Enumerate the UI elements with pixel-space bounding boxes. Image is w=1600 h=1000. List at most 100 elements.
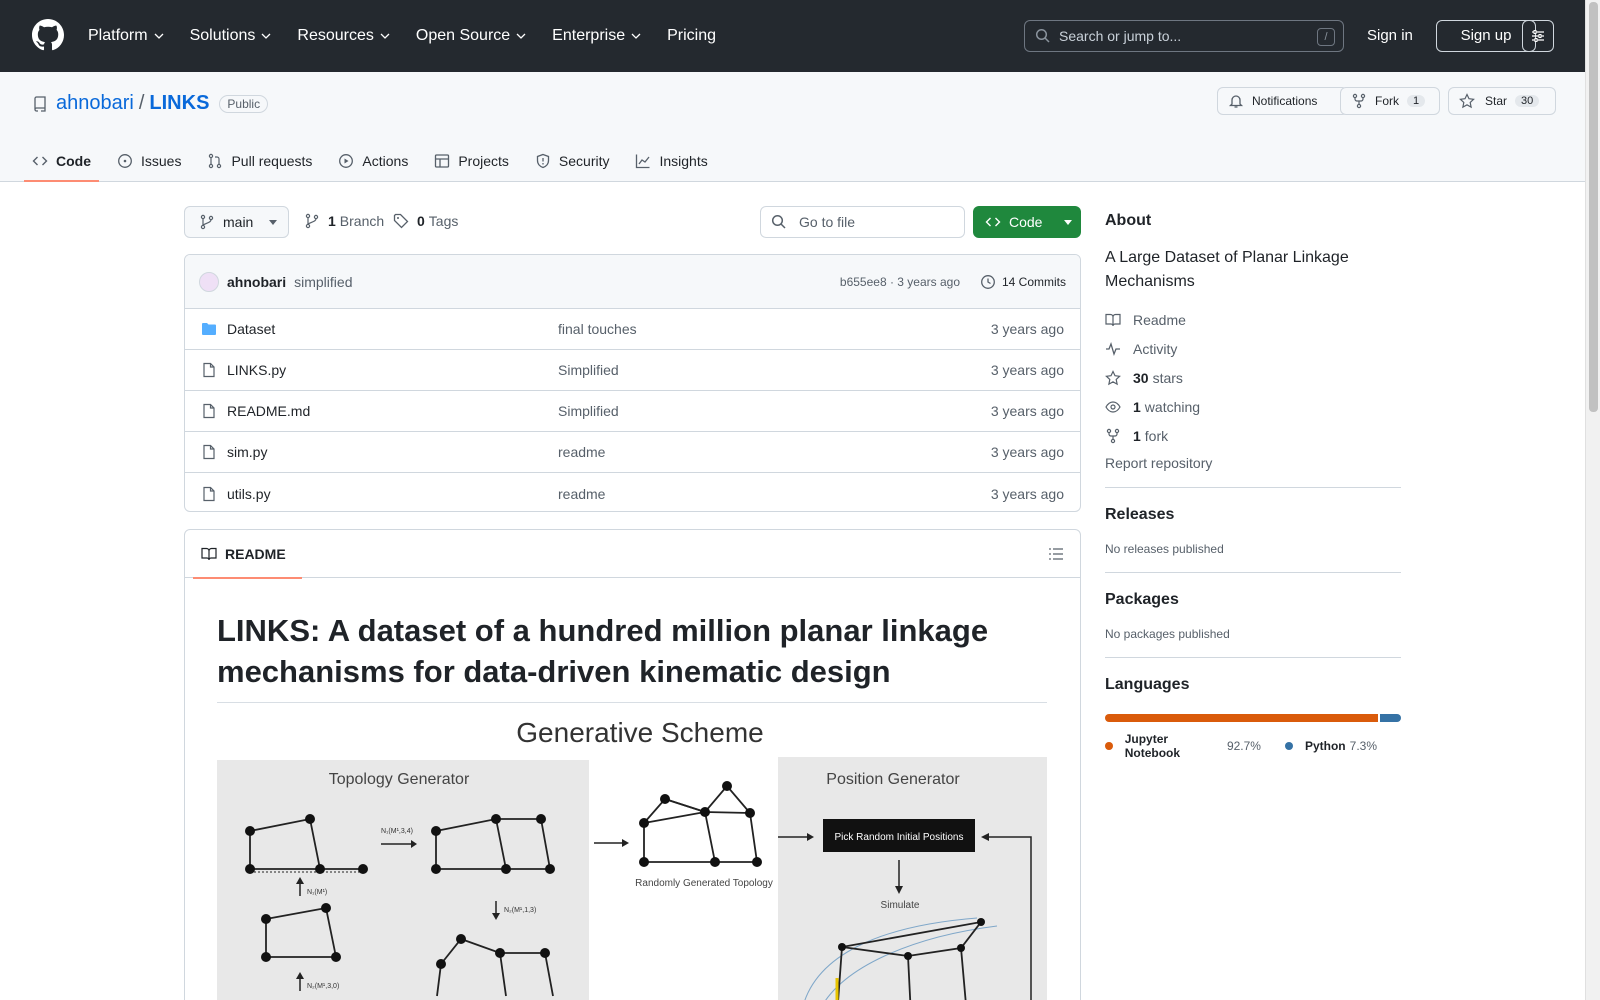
file-row[interactable]: LINKS.py Simplified 3 years ago [185,350,1080,391]
notifications-button[interactable]: Notifications [1217,87,1348,115]
nav-platform[interactable]: Platform [88,27,164,45]
language-name: Python [1304,739,1346,753]
readme-tab[interactable]: README [193,530,302,579]
nav-label: Platform [88,27,148,44]
commit-message-link[interactable]: simplified [294,274,352,290]
chevron-down-icon [516,33,526,39]
file-age: 3 years ago [990,403,1064,419]
graph-icon [636,154,650,169]
branch-selector[interactable]: main [184,206,289,238]
file-name[interactable]: utils.py [227,486,558,502]
activity-link[interactable]: Activity [1105,339,1401,358]
file-name[interactable]: Dataset [227,321,558,337]
repo-separator: / [138,92,145,114]
github-logo-icon[interactable] [32,19,64,51]
readme-link[interactable]: Readme [1105,310,1401,329]
report-repository-link[interactable]: Report repository [1105,455,1401,471]
file-name[interactable]: README.md [227,403,558,419]
global-menu-button[interactable] [1522,20,1554,52]
notifications-label: Notifications [1252,94,1318,108]
page-scrollbar[interactable] [1585,0,1600,1000]
packages-section: Packages No packages published [1105,572,1401,641]
repo-tabs: Code Issues Pull requests Actions Projec… [24,144,734,182]
file-name[interactable]: LINKS.py [227,362,558,378]
branch-label: Branch [339,213,385,229]
file-commit-message[interactable]: final touches [558,321,637,337]
go-to-file-input[interactable]: Go to file [760,206,965,238]
commits-history-link[interactable]: 14 Commits [980,274,1066,290]
code-icon [32,156,48,166]
file-icon [203,444,215,460]
file-commit-message[interactable]: Simplified [558,362,619,378]
tab-label: Insights [659,153,708,169]
commit-author-link[interactable]: ahnobari [227,274,286,290]
language-list: Jupyter Notebook 92.7% Python 7.3% [1105,732,1401,760]
tab-insights[interactable]: Insights [635,144,708,178]
tags-link[interactable]: 0 Tags [393,213,458,229]
tab-actions[interactable]: Actions [338,144,408,178]
releases-heading[interactable]: Releases [1105,506,1401,524]
packages-heading[interactable]: Packages [1105,591,1401,609]
file-name[interactable]: sim.py [227,444,558,460]
file-age: 3 years ago [990,321,1064,337]
nav-label: Resources [297,27,374,44]
file-commit-message[interactable]: readme [558,486,605,502]
table-of-contents-icon[interactable] [1048,546,1064,562]
commit-hash-and-time[interactable]: b655ee8 · 3 years ago [840,275,960,289]
pulse-icon [1106,341,1120,356]
packages-empty-text: No packages published [1105,627,1230,641]
nav-pricing[interactable]: Pricing [667,27,716,45]
language-bar [1105,714,1401,722]
sign-up-button[interactable]: Sign up [1436,20,1536,52]
tag-icon [393,213,409,229]
readme-link-label: Readme [1133,311,1186,328]
tab-code[interactable]: Code [24,144,99,182]
repository-header: ahnobari / LINKS Public Notifications Fo… [0,72,1585,182]
scrollbar-thumb[interactable] [1589,2,1598,412]
tab-security[interactable]: Security [535,144,610,178]
stars-count: 30 [1133,369,1149,386]
file-commit-message[interactable]: readme [558,444,605,460]
repo-owner-link[interactable]: ahnobari [56,92,134,115]
file-row[interactable]: sim.py readme 3 years ago [185,432,1080,473]
tab-label: Security [558,153,610,169]
fork-button[interactable]: Fork 1 [1340,87,1440,115]
search-icon [771,214,786,229]
tab-label: Actions [362,153,409,169]
repo-name-link[interactable]: LINKS [149,92,209,115]
code-download-button[interactable]: Code [973,206,1081,238]
global-search-input[interactable]: Search or jump to... / [1024,20,1344,52]
watchers-link[interactable]: 1 watching [1105,397,1401,416]
main-nav: Platform Solutions Resources Open Source… [88,0,742,72]
branches-link[interactable]: 1 Branch [304,213,384,229]
sign-in-link[interactable]: Sign in [1367,27,1413,44]
figure-title: Generative Scheme [516,717,763,748]
file-row[interactable]: Dataset final touches 3 years ago [185,309,1080,350]
nav-resources[interactable]: Resources [297,27,390,45]
chevron-down-icon [261,33,271,39]
star-button[interactable]: Star 30 [1448,87,1556,115]
nav-enterprise[interactable]: Enterprise [552,27,641,45]
readme-header: README [185,530,1080,579]
tab-projects[interactable]: Projects [434,144,509,178]
file-row[interactable]: utils.py readme 3 years ago [185,473,1080,511]
file-age: 3 years ago [990,485,1064,502]
operation-label: N₁(M¹,3,4) [381,828,413,835]
fork-icon [1352,93,1366,109]
file-row[interactable]: README.md Simplified 3 years ago [185,391,1080,432]
about-description: A Large Dataset of Planar Linkage Mechan… [1105,249,1349,290]
file-commit-message[interactable]: Simplified [558,403,619,419]
languages-section: Languages Jupyter Notebook 92.7% Python … [1105,657,1401,760]
tab-pull-requests[interactable]: Pull requests [207,144,312,178]
star-icon [1459,93,1475,109]
stars-link[interactable]: 30 stars [1105,368,1401,387]
avatar[interactable] [199,271,219,292]
chevron-down-icon [154,33,164,39]
language-item[interactable]: Python 7.3% [1284,732,1377,760]
tab-issues[interactable]: Issues [117,144,181,178]
nav-open-source[interactable]: Open Source [416,27,526,45]
nav-solutions[interactable]: Solutions [190,27,272,45]
star-count: 30 [1515,95,1540,107]
forks-link[interactable]: 1 fork [1105,426,1401,445]
language-item[interactable]: Jupyter Notebook 92.7% [1105,732,1261,760]
